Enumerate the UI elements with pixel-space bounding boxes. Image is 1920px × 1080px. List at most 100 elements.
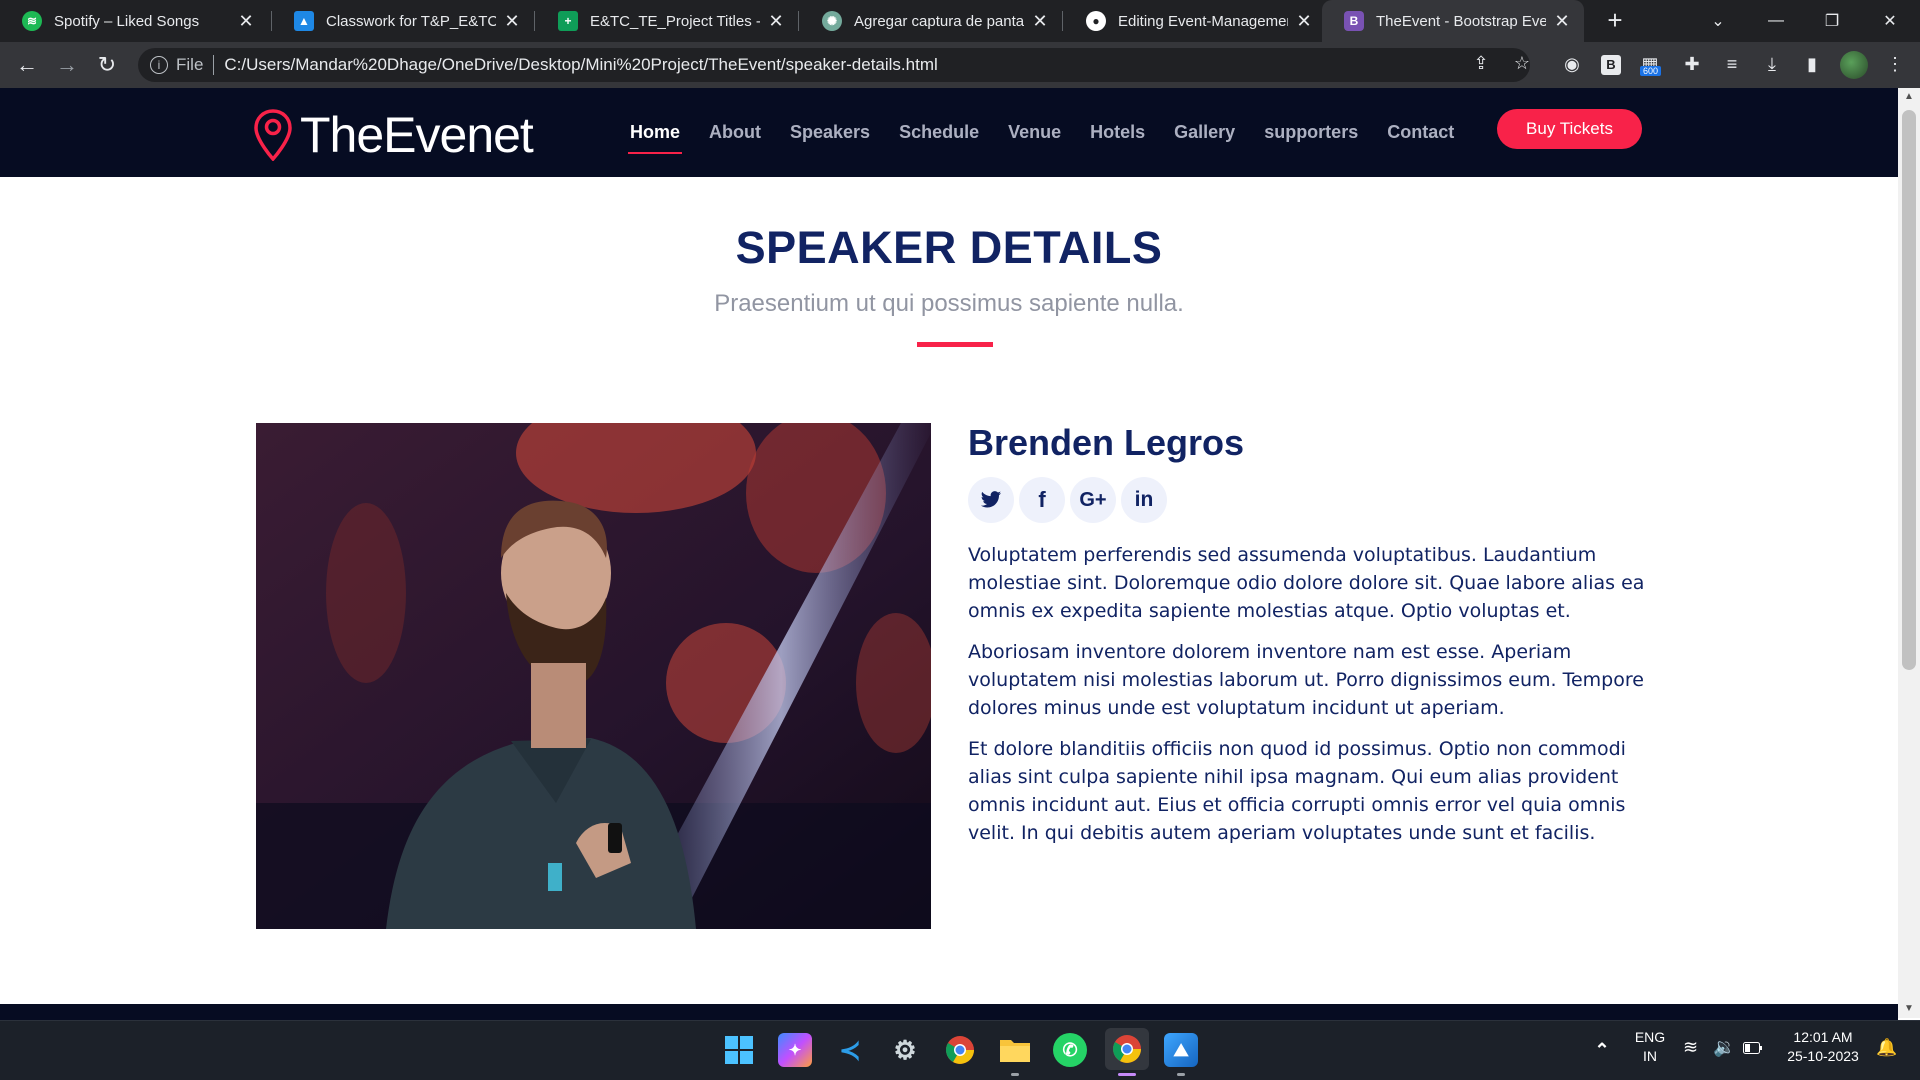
address-bar[interactable]: i File C:/Users/Mandar%20Dhage/OneDrive/…	[138, 48, 1530, 82]
nav-about[interactable]: About	[709, 88, 761, 177]
nav-gallery[interactable]: Gallery	[1174, 88, 1235, 177]
twitter-icon[interactable]	[968, 477, 1014, 523]
bio-paragraph: Aboriosam inventore dolorem inventore na…	[968, 641, 1644, 719]
speaker-photo	[256, 423, 931, 929]
close-icon[interactable]: ✕	[236, 11, 256, 32]
browser-toolbar: ← → ↻ i File C:/Users/Mandar%20Dhage/One…	[0, 42, 1920, 88]
active-indicator	[1118, 1073, 1136, 1076]
tab-search-chevron-icon[interactable]: ⌄	[1690, 0, 1746, 42]
running-indicator	[1177, 1073, 1185, 1076]
screen-recorder-extension-icon[interactable]: ◉	[1559, 51, 1585, 77]
restore-button[interactable]: ❐	[1804, 0, 1860, 42]
url-text[interactable]: C:/Users/Mandar%20Dhage/OneDrive/Desktop…	[224, 55, 1530, 75]
file-explorer-icon[interactable]	[998, 1033, 1032, 1067]
close-icon[interactable]: ✕	[502, 11, 522, 32]
language-indicator[interactable]: ENG IN	[1624, 1028, 1676, 1066]
tab-title: Spotify – Liked Songs	[54, 12, 200, 30]
download-icon[interactable]: ⤓	[1759, 51, 1785, 77]
linkedin-icon[interactable]: in	[1121, 477, 1167, 523]
media-controls-icon[interactable]: ≡	[1719, 51, 1745, 77]
tab-title: E&TC_TE_Project Titles - Go	[590, 12, 760, 30]
nav-speakers[interactable]: Speakers	[790, 88, 870, 177]
buy-tickets-button[interactable]: Buy Tickets	[1497, 109, 1642, 149]
browser-tab-strip: ≋ Spotify – Liked Songs ✕ ▲ Classwork fo…	[0, 0, 1920, 42]
scroll-up-icon[interactable]: ▲	[1898, 88, 1920, 106]
language-label: ENG	[1634, 1029, 1666, 1045]
spotify-icon: ≋	[22, 11, 42, 31]
google-plus-icon[interactable]: G+	[1070, 477, 1116, 523]
close-icon[interactable]: ✕	[1030, 11, 1050, 32]
back-button[interactable]: ←	[12, 50, 42, 80]
nav-supporters[interactable]: supporters	[1264, 88, 1358, 177]
page-title: SPEAKER DETAILS	[735, 222, 1163, 273]
tab-sheets[interactable]: + E&TC_TE_Project Titles - Go ✕	[536, 0, 798, 42]
scroll-down-icon[interactable]: ▼	[1898, 1000, 1920, 1018]
bio-paragraph: Et dolore blanditiis officiis non quod i…	[968, 738, 1626, 844]
side-panel-icon[interactable]: ▮	[1799, 51, 1825, 77]
profile-avatar[interactable]	[1840, 51, 1868, 79]
more-menu-icon[interactable]: ⋮	[1882, 51, 1908, 77]
facebook-icon[interactable]: f	[1019, 477, 1065, 523]
windows-start-icon[interactable]	[722, 1033, 756, 1067]
time-text: 12:01 AM	[1793, 1029, 1853, 1045]
github-icon: ●	[1086, 11, 1106, 31]
copilot-icon[interactable]: ✦	[778, 1033, 812, 1067]
page-scrollbar[interactable]: ▲ ▼	[1898, 88, 1920, 1018]
reload-button[interactable]: ↻	[92, 50, 122, 80]
wifi-icon[interactable]: ≋	[1683, 1038, 1698, 1057]
settings-icon[interactable]: ⚙	[888, 1033, 922, 1067]
site-footer-edge	[0, 1004, 1898, 1020]
photos-icon[interactable]: ⛰	[1164, 1033, 1198, 1067]
tab-spotify[interactable]: ≋ Spotify – Liked Songs ✕	[0, 0, 268, 42]
extension-badge: 600	[1640, 66, 1662, 76]
chrome-icon[interactable]	[943, 1033, 977, 1067]
title-underline	[917, 342, 993, 347]
close-icon[interactable]: ✕	[1294, 11, 1314, 32]
whatsapp-icon[interactable]: ✆	[1053, 1033, 1087, 1067]
nav-contact[interactable]: Contact	[1387, 88, 1454, 177]
nav-hotels[interactable]: Hotels	[1090, 88, 1145, 177]
bookmark-star-icon[interactable]: ☆	[1507, 48, 1537, 78]
clock[interactable]: 12:01 AM 25-10-2023	[1778, 1028, 1868, 1066]
google-sheets-icon: +	[558, 11, 578, 31]
nav-schedule[interactable]: Schedule	[899, 88, 979, 177]
minimize-button[interactable]: —	[1748, 0, 1804, 42]
nav-home[interactable]: Home	[627, 88, 683, 177]
tab-chatgpt[interactable]: ✺ Agregar captura de pantalla ✕	[800, 0, 1062, 42]
battery-icon[interactable]	[1743, 1040, 1763, 1059]
scrollbar-thumb[interactable]	[1902, 110, 1916, 670]
location-pin-icon	[254, 109, 292, 161]
site-info-icon[interactable]: i	[150, 56, 168, 74]
main-nav: Home About Speakers Schedule Venue Hotel…	[627, 88, 1483, 177]
speaker-photo-illustration	[256, 423, 931, 929]
scheme-label: File	[176, 55, 204, 74]
vscode-icon[interactable]: ≺	[833, 1033, 867, 1067]
speaker-social-links: f G+ in	[968, 477, 1172, 523]
running-indicator	[1011, 1073, 1019, 1076]
google-classroom-icon: ▲	[294, 11, 314, 31]
new-tab-button[interactable]: +	[1600, 6, 1630, 36]
tab-theevent[interactable]: B TheEvent - Bootstrap Even ✕	[1322, 0, 1584, 42]
close-icon[interactable]: ✕	[1552, 11, 1572, 32]
site-logo[interactable]: TheEvenet	[254, 106, 534, 164]
share-icon[interactable]: ⇪	[1466, 48, 1496, 78]
notification-bell-icon[interactable]: 🔔	[1876, 1038, 1897, 1057]
nav-venue[interactable]: Venue	[1008, 88, 1061, 177]
bio-paragraph: Voluptatem perferendis sed assumenda vol…	[968, 544, 1645, 622]
tab-title: Editing Event-Managemen	[1118, 12, 1288, 30]
tab-divider	[798, 11, 799, 31]
tab-github[interactable]: ● Editing Event-Managemen ✕	[1064, 0, 1326, 42]
close-window-button[interactable]: ✕	[1862, 0, 1918, 42]
tab-divider	[1062, 11, 1063, 31]
close-icon[interactable]: ✕	[766, 11, 786, 32]
chrome-profile-icon[interactable]	[1105, 1028, 1149, 1070]
tray-overflow-chevron-icon[interactable]: ⌃	[1585, 1033, 1619, 1067]
page-subtitle: Praesentium ut qui possimus sapiente nul…	[714, 290, 1184, 317]
tab-classroom[interactable]: ▲ Classwork for T&P_E&TC_2 ✕	[272, 0, 534, 42]
tab-divider	[534, 11, 535, 31]
extensions-puzzle-icon[interactable]: ✚	[1679, 51, 1705, 77]
b-extension-icon[interactable]: B	[1601, 55, 1621, 75]
forward-button[interactable]: →	[52, 50, 82, 80]
tab-title: TheEvent - Bootstrap Even	[1376, 12, 1546, 30]
volume-icon[interactable]: 🔉	[1713, 1038, 1735, 1057]
